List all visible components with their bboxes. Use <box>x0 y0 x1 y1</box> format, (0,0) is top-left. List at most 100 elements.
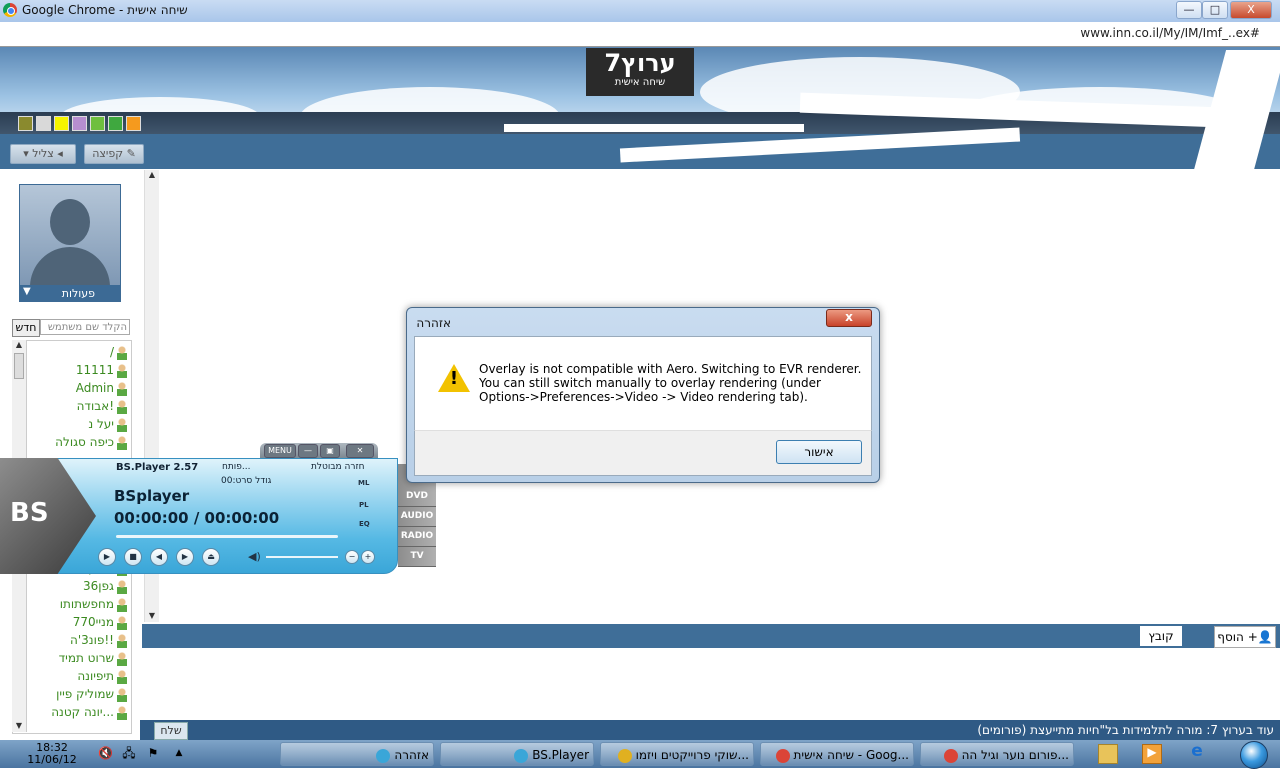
bsplayer-ml-button[interactable]: ML <box>358 479 369 487</box>
user-name: יעל נ <box>88 417 114 431</box>
scroll-down-icon[interactable]: ▼ <box>12 721 26 730</box>
user-icon <box>117 597 127 612</box>
chrome-icon <box>943 748 958 763</box>
avatar <box>19 184 121 286</box>
user-icon <box>117 381 127 396</box>
media-player-icon[interactable]: ▶ <box>1142 744 1162 764</box>
taskbar-item[interactable]: אזהרה <box>280 742 434 766</box>
audio-button[interactable]: AUDIO <box>398 506 436 527</box>
color-swatch[interactable] <box>108 116 123 131</box>
user-name: שרוט תמיד <box>58 651 114 665</box>
previous-icon[interactable]: ◀ <box>150 548 168 566</box>
url-text[interactable]: www.inn.co.il/My/IM/Imf_..ex# <box>1080 26 1260 40</box>
user-name: גפן36 <box>83 579 114 593</box>
start-button[interactable] <box>1232 740 1276 769</box>
user-name: תיפיונה <box>77 669 114 683</box>
network-icon[interactable]: 🖧 <box>122 746 136 760</box>
user-list-item[interactable]: שרוט תמיד <box>59 649 127 667</box>
user-name: מניי770 <box>72 615 114 629</box>
color-swatch[interactable] <box>18 116 33 131</box>
send-button[interactable]: שלח <box>154 722 188 740</box>
user-list-item[interactable]: מחפשתותו <box>60 595 127 613</box>
user-list-item[interactable]: אבודה! <box>77 397 127 415</box>
next-icon[interactable]: ▶ <box>176 548 194 566</box>
scroll-up-icon[interactable]: ▲ <box>12 340 26 349</box>
dvd-button[interactable]: DVD <box>398 486 436 507</box>
file-button[interactable]: קובץ <box>1140 626 1182 646</box>
taskbar-item[interactable]: BS.Player <box>440 742 594 766</box>
user-name: פונ3'ה!! <box>70 633 114 647</box>
color-swatch[interactable] <box>36 116 51 131</box>
user-list-item[interactable]: תיפיונה <box>77 667 127 685</box>
close-window-button[interactable]: X <box>1230 1 1272 19</box>
scroll-up-icon[interactable]: ▲ <box>145 170 159 179</box>
maximize-button[interactable]: □ <box>1202 1 1228 19</box>
volume-muted-icon[interactable]: 🔇 <box>98 746 113 760</box>
user-list-item[interactable]: מניי770 <box>73 613 127 631</box>
address-bar[interactable]: www.inn.co.il/My/IM/Imf_..ex# <box>0 22 1280 47</box>
bsplayer-pl-button[interactable]: PL <box>359 501 369 509</box>
taskbar-item[interactable]: שוקי פרוייקטים ויזמו... <box>600 742 754 766</box>
bsplayer-opening: פותח... <box>222 462 251 472</box>
show-hidden-icons[interactable]: ▲ <box>172 746 186 760</box>
dialog-message-line: Overlay is not compatible with Aero. Swi… <box>479 362 862 376</box>
bsplayer-repeat[interactable]: חזרה מבוטלת <box>311 462 364 472</box>
user-list-item[interactable]: / <box>110 343 127 361</box>
user-list-item[interactable]: כיפה סגולה <box>55 433 127 451</box>
internet-explorer-icon[interactable]: e <box>1188 743 1206 762</box>
user-list-item[interactable]: יונה קטנה... <box>51 703 127 721</box>
site-logo[interactable]: ערוץ7 שיחה אישית <box>586 48 694 96</box>
sound-button[interactable]: ▾ צליל ◂ <box>10 144 76 164</box>
minimize-button[interactable]: — <box>1176 1 1202 19</box>
bsplayer-seek-bar[interactable] <box>116 535 338 538</box>
bsplayer-menu-button[interactable]: MENU <box>264 444 296 458</box>
bsplayer-restore-button[interactable]: ▣ <box>320 444 340 458</box>
action-center-icon[interactable]: ⚑ <box>146 746 160 760</box>
volume-down-icon[interactable]: − <box>345 550 359 564</box>
status-text[interactable]: עוד בערוץ 7: מורה לתלמידות בל"חיות מתייע… <box>977 723 1274 737</box>
taskbar-item-label: אזהרה <box>394 748 429 762</box>
color-swatch[interactable] <box>126 116 141 131</box>
clock[interactable]: 18:32 11/06/12 <box>22 742 82 766</box>
scroll-thumb[interactable] <box>14 353 24 379</box>
color-swatch[interactable] <box>90 116 105 131</box>
taskbar-item[interactable]: שיחה אישית - Goog... <box>760 742 914 766</box>
stop-icon[interactable]: ■ <box>124 548 142 566</box>
user-name: אבודה! <box>76 399 114 413</box>
bsplayer-close-button[interactable]: ✕ <box>346 444 374 458</box>
ok-button[interactable]: אישור <box>776 440 862 464</box>
color-swatch[interactable] <box>72 116 87 131</box>
user-list-item[interactable]: שמוליק פיין <box>56 685 127 703</box>
user-list-item[interactable]: גפן36 <box>83 577 127 595</box>
new-button[interactable]: חדש <box>12 319 40 337</box>
dialog-close-button[interactable]: x <box>826 309 872 327</box>
bsplayer-eq-button[interactable]: EQ <box>359 520 370 528</box>
bsplayer-minimize-button[interactable]: — <box>298 444 318 458</box>
user-icon <box>117 705 127 720</box>
play-icon[interactable]: ▶ <box>98 548 116 566</box>
taskbar-item-label: שוקי פרוייקטים ויזמו... <box>635 748 749 762</box>
window-title: Google Chrome - שיחה אישית <box>22 3 188 17</box>
jump-button[interactable]: קפיצה ✎ <box>84 144 144 164</box>
user-search-input[interactable]: הקלד שם משתמש <box>40 319 130 335</box>
taskbar-item[interactable]: פורום נוער וגיל הה... <box>920 742 1074 766</box>
add-button[interactable]: הוסף +👤 <box>1214 626 1276 648</box>
logo-main-text: ערוץ7 <box>604 49 676 77</box>
eject-icon[interactable]: ⏏ <box>202 548 220 566</box>
volume-icon[interactable]: ◀) <box>248 550 261 563</box>
volume-slider[interactable] <box>266 556 338 558</box>
color-swatch[interactable] <box>54 116 69 131</box>
user-list-item[interactable]: 11111 <box>76 361 127 379</box>
chrome-icon <box>3 3 17 17</box>
tv-button[interactable]: TV <box>398 546 436 567</box>
user-list-item[interactable]: פונ3'ה!! <box>70 631 127 649</box>
scroll-down-icon[interactable]: ▼ <box>145 611 159 620</box>
volume-up-icon[interactable]: + <box>361 550 375 564</box>
folder-icon[interactable] <box>1098 744 1118 764</box>
user-name: יונה קטנה... <box>51 705 114 719</box>
chevron-down-icon: ▼ <box>23 286 31 297</box>
actions-menu[interactable]: ▼ פעולות <box>19 286 121 302</box>
radio-button[interactable]: RADIO <box>398 526 436 547</box>
user-list-item[interactable]: Admin <box>76 379 127 397</box>
user-list-item[interactable]: יעל נ <box>88 415 127 433</box>
